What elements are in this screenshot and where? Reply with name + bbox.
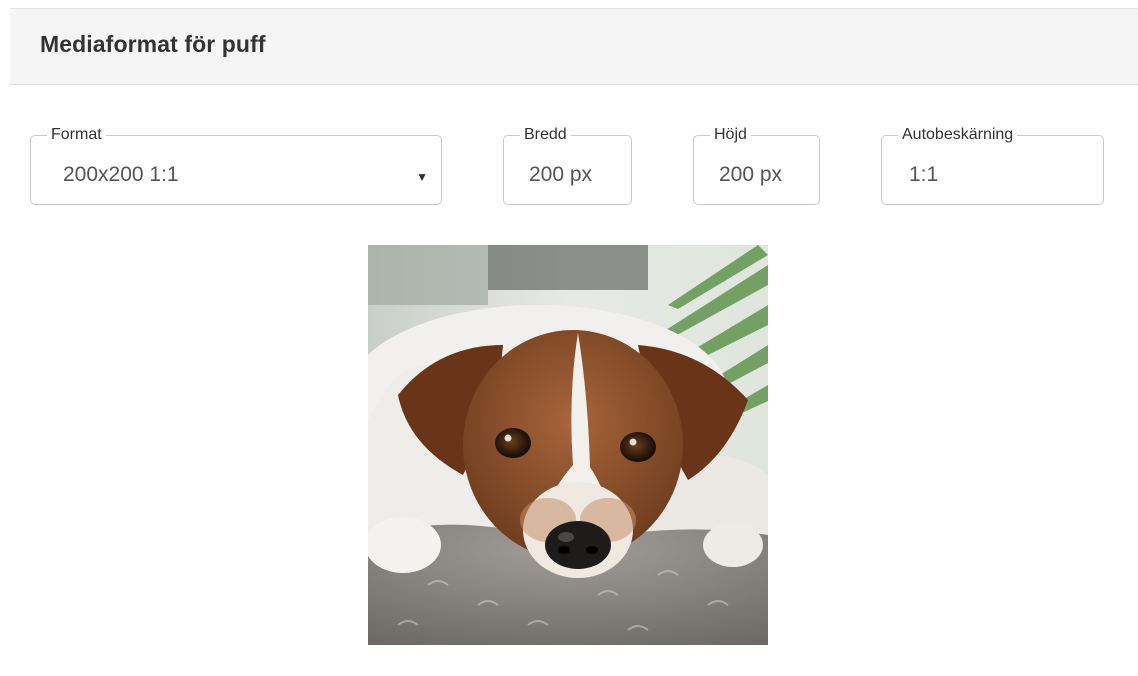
width-field[interactable]: Bredd 200 px (503, 127, 632, 205)
preview-image (368, 245, 768, 645)
width-value: 200 px (529, 163, 593, 186)
format-select[interactable]: Format 200x200 1:1 ▼ (30, 127, 442, 205)
caret-down-icon[interactable]: ▼ (416, 171, 428, 183)
dog-photo-illustration (368, 245, 768, 645)
height-value: 200 px (719, 163, 783, 186)
panel-title: Mediaformat för puff (40, 31, 266, 57)
format-value: 200x200 1:1 (63, 163, 179, 186)
autocrop-field[interactable]: Autobeskärning 1:1 (881, 127, 1104, 205)
height-label: Höjd (714, 126, 747, 143)
autocrop-value: 1:1 (909, 163, 939, 186)
width-label: Bredd (524, 126, 567, 143)
autocrop-label: Autobeskärning (902, 126, 1014, 143)
panel-header: Mediaformat för puff (10, 9, 1138, 85)
format-label: Format (51, 126, 102, 143)
height-field[interactable]: Höjd 200 px (693, 127, 820, 205)
